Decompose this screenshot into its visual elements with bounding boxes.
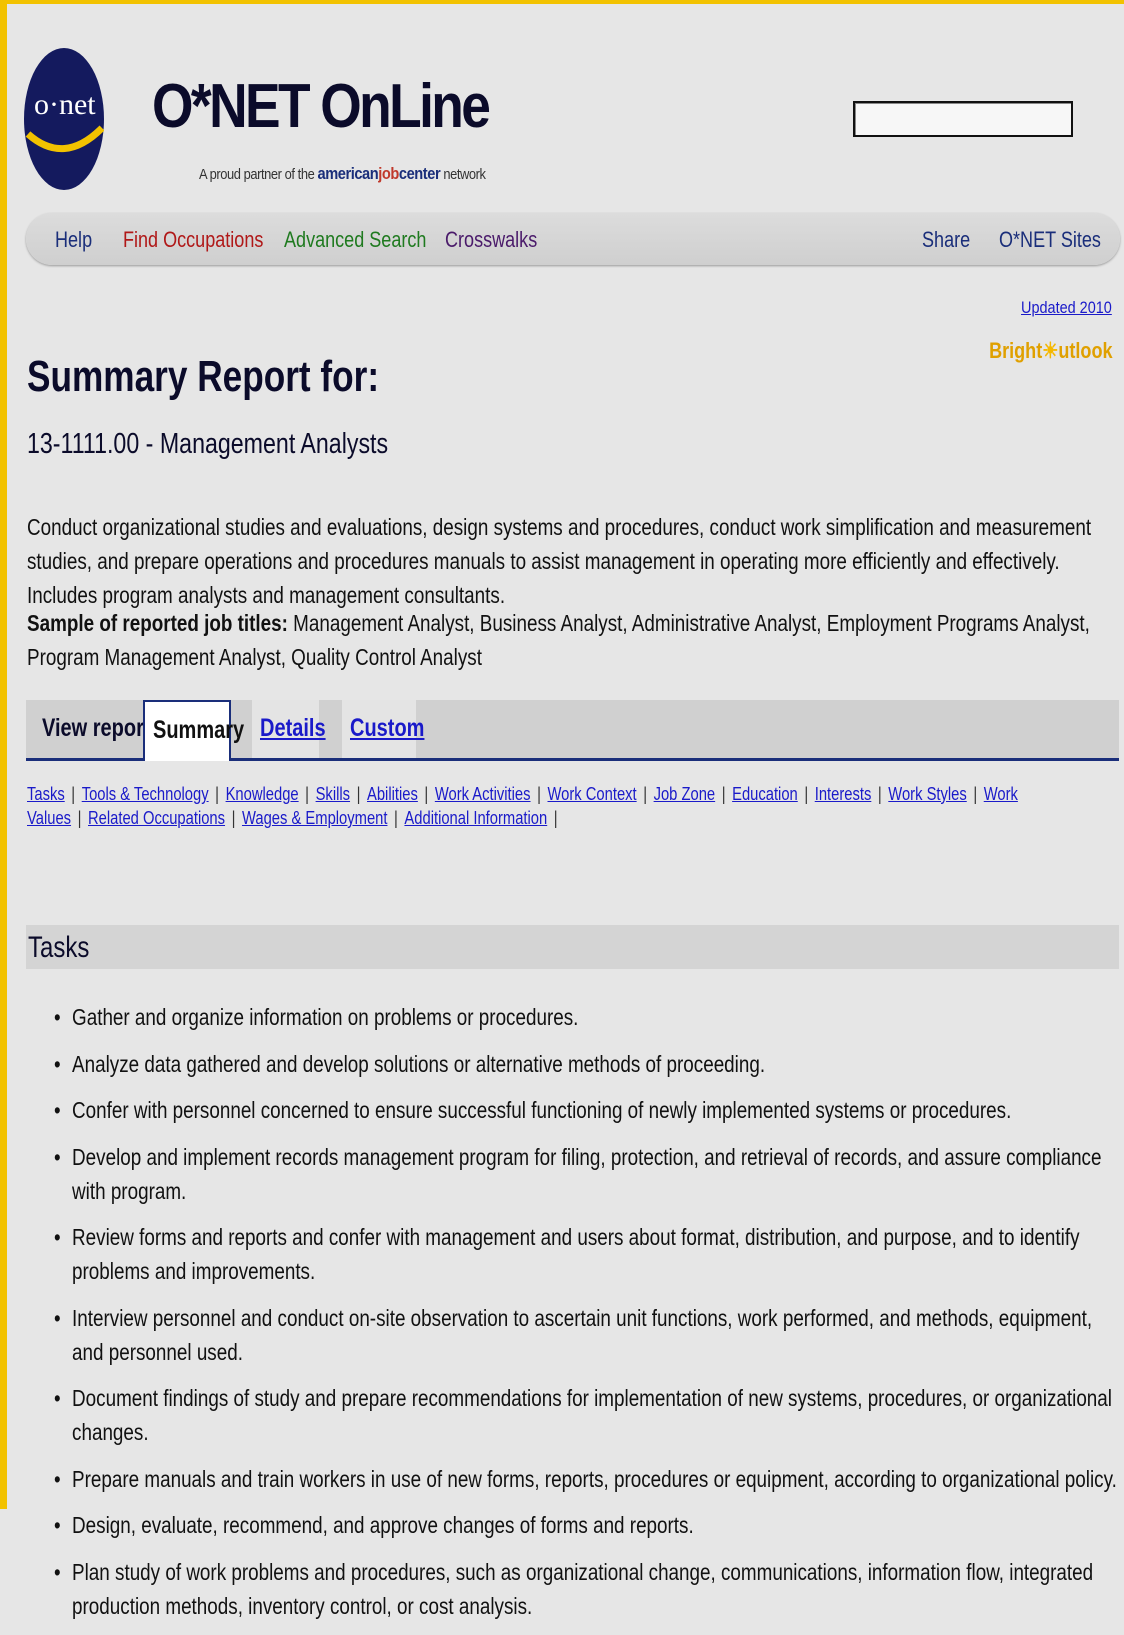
tab-summary[interactable]: Summary bbox=[143, 700, 244, 761]
bullet-icon: • bbox=[54, 1004, 61, 1030]
bullet-icon: • bbox=[54, 1465, 61, 1492]
bullet-icon: • bbox=[54, 1385, 61, 1411]
page-title: Summary Report for: bbox=[27, 352, 380, 401]
section-link[interactable]: Interests bbox=[815, 784, 872, 804]
task-list: • Gather and organize information on prob… bbox=[54, 1000, 1120, 1635]
section-link[interactable]: Wages & Employment bbox=[242, 808, 387, 828]
list-item: • Analyze data gathered and develop solut… bbox=[54, 1047, 1120, 1081]
sun-icon: ☀ bbox=[1041, 338, 1058, 363]
bullet-icon: • bbox=[54, 1512, 61, 1538]
list-item: • Prepare manuals and train workers in us… bbox=[54, 1462, 1120, 1496]
occupation-description: Conduct organizational studies and evalu… bbox=[27, 514, 1092, 608]
section-link[interactable]: Education bbox=[732, 784, 798, 804]
section-link[interactable]: Abilities bbox=[367, 784, 418, 804]
section-link[interactable]: Job Zone bbox=[654, 784, 716, 804]
americanjobcenter-logo: americanjobcenter bbox=[317, 164, 441, 183]
view-report-label: View report: bbox=[42, 714, 158, 742]
list-item: • Interview personnel and conduct on-site… bbox=[54, 1301, 1120, 1369]
list-item: • Develop and implement records managemen… bbox=[54, 1140, 1120, 1208]
bright-outlook-badge[interactable]: Bright☀utlook bbox=[989, 338, 1112, 364]
section-link[interactable]: Work Styles bbox=[888, 784, 966, 804]
bullet-icon: • bbox=[54, 1097, 61, 1123]
bullet-icon: • bbox=[54, 1224, 61, 1250]
bullet-icon: • bbox=[54, 1050, 61, 1077]
section-link[interactable]: Work Context bbox=[547, 784, 636, 804]
section-links: Tasks | Tools & Technology | Knowledge | Skill… bbox=[27, 784, 1018, 828]
bullet-icon: • bbox=[54, 1304, 61, 1331]
tab-custom[interactable]: Custom bbox=[342, 700, 424, 758]
bullet-icon: • bbox=[54, 1143, 61, 1170]
view-report-bar: View report: Summary Details Custom bbox=[26, 700, 1119, 761]
tasks-heading: Tasks bbox=[26, 925, 1119, 969]
section-link[interactable]: Work Activities bbox=[435, 784, 531, 804]
section-link[interactable]: Related Occupations bbox=[88, 808, 225, 828]
list-item: • Plan study of work problems and procedu… bbox=[54, 1555, 1120, 1623]
onet-logo-icon[interactable]: o·net bbox=[24, 48, 105, 190]
logo-text: o·net bbox=[34, 88, 96, 121]
section-link[interactable]: Tools & Technology bbox=[82, 784, 209, 804]
nav-help[interactable]: Help bbox=[55, 227, 92, 253]
nav-advanced-search[interactable]: Advanced Search bbox=[284, 227, 426, 253]
nav-crosswalks[interactable]: Crosswalks bbox=[445, 227, 537, 253]
list-item: • Review forms and reports and confer wit… bbox=[54, 1220, 1120, 1288]
list-item: • Document findings of study and prepare … bbox=[54, 1381, 1120, 1449]
bullet-icon: • bbox=[54, 1558, 61, 1585]
nav-find-occupations[interactable]: Find Occupations bbox=[123, 227, 263, 253]
list-item: • Confer with personnel concerned to ensu… bbox=[54, 1093, 1120, 1127]
updated-link[interactable]: Updated 2010 bbox=[1021, 298, 1112, 318]
section-link[interactable]: Tasks bbox=[27, 784, 65, 804]
partner-tagline: A proud partner of the americanjobcenter… bbox=[199, 164, 486, 183]
site-title[interactable]: O*NET OnLine bbox=[152, 76, 491, 138]
section-link[interactable]: Knowledge bbox=[226, 784, 299, 804]
main-nav: Help Find Occupations Advanced Search Cr… bbox=[26, 213, 1120, 265]
search-input[interactable] bbox=[853, 101, 1073, 137]
tab-details[interactable]: Details bbox=[252, 700, 326, 758]
section-link[interactable]: Additional Information bbox=[404, 808, 547, 828]
list-item: • Gather and organize information on prob… bbox=[54, 1000, 1120, 1034]
occupation-title: 13-1111.00 - Management Analysts bbox=[27, 428, 389, 460]
section-link[interactable]: Skills bbox=[316, 784, 350, 804]
sample-job-titles: Sample of reported job titles: Managemen… bbox=[27, 610, 1090, 670]
list-item: • Design, evaluate, recommend, and approv… bbox=[54, 1508, 1120, 1542]
nav-share[interactable]: Share bbox=[922, 227, 970, 253]
nav-onet-sites[interactable]: O*NET Sites bbox=[999, 227, 1101, 253]
